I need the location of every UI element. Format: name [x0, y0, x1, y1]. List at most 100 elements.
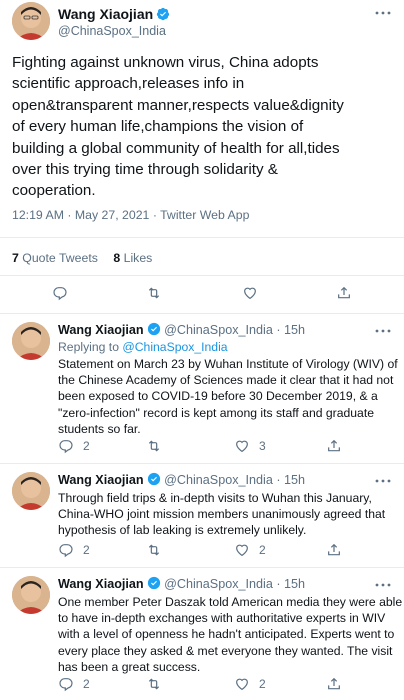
retweet-button[interactable] [146, 285, 162, 301]
tweet-text-line: of every human life,champions the vision… [12, 118, 304, 136]
retweet-icon [148, 287, 160, 299]
handle-time[interactable]: @ChinaSpox_India · 15h [164, 577, 305, 591]
author-name-row: Wang Xiaojian [58, 6, 170, 22]
tweet-text-line: scientific approach,releases info in [12, 75, 245, 93]
reply-tweet[interactable]: Wang Xiaojian @ChinaSpox_India · 15h Rep… [0, 314, 404, 464]
share-button[interactable] [326, 438, 342, 454]
reply-button[interactable]: 2 [58, 542, 90, 558]
verified-icon [157, 7, 170, 21]
reply-header: Wang Xiaojian @ChinaSpox_India · 15h [58, 472, 305, 487]
handle-time[interactable]: @ChinaSpox_India · 15h [164, 323, 305, 337]
more-icon[interactable] [374, 6, 392, 18]
tweet-stats: 7 Quote Tweets 8 Likes [12, 251, 152, 265]
more-icon[interactable] [374, 578, 392, 590]
like-icon [236, 678, 248, 691]
share-icon [328, 543, 340, 556]
reply-icon [53, 287, 67, 301]
author-name[interactable]: Wang Xiaojian [58, 473, 144, 487]
reply-text-line: "zero-infection" record is kept among it… [58, 405, 374, 420]
divider [0, 237, 404, 238]
more-icon[interactable] [374, 324, 392, 336]
like-icon [244, 287, 256, 300]
share-button[interactable] [336, 285, 352, 301]
like-button[interactable]: 3 [234, 438, 266, 454]
reply-text-line: China-WHO joint mission members unanimou… [58, 507, 386, 522]
like-count: 2 [259, 677, 266, 691]
reply-text-line: One member Peter Daszak told American me… [58, 595, 403, 609]
reply-text-line: every place they asked & met everyone th… [58, 643, 393, 658]
reply-text-line: Statement on March 23 by Wuhan Institute… [58, 357, 398, 371]
reply-count: 2 [83, 439, 90, 453]
retweet-button[interactable] [146, 676, 171, 692]
replying-to: Replying to @ChinaSpox_India [58, 340, 228, 354]
author-name[interactable]: Wang Xiaojian [58, 323, 144, 337]
like-count: 8 [113, 251, 121, 265]
like-count: 2 [259, 543, 266, 557]
avatar[interactable] [12, 2, 50, 40]
author-name[interactable]: Wang Xiaojian [58, 577, 144, 591]
reply-icon [59, 678, 73, 692]
avatar-image [12, 472, 50, 510]
more-icon[interactable] [374, 474, 392, 486]
tweet-text-line: Fighting against unknown virus, China ad… [12, 54, 319, 71]
like-icon [236, 440, 248, 453]
quote-count: 7 [12, 251, 19, 265]
reply-count: 2 [83, 543, 90, 557]
tweet-text-line: building a global community of health fo… [12, 139, 340, 157]
author-handle[interactable]: @ChinaSpox_India [58, 24, 166, 38]
reply-button[interactable] [52, 285, 68, 301]
tweet-text-line: over this trying time through solidarity… [12, 161, 278, 179]
like-button[interactable] [242, 285, 258, 301]
reply-icon [59, 544, 73, 558]
tweet-text-line: open&transparent manner,respects value&d… [12, 96, 344, 114]
author-name[interactable]: Wang Xiaojian [58, 6, 153, 22]
reply-text-line: students so far. [58, 421, 141, 436]
reply-header: Wang Xiaojian @ChinaSpox_India · 15h [58, 576, 305, 591]
like-count: 3 [259, 439, 266, 453]
tweet-timestamp[interactable]: 12:19 AM · May 27, 2021 · Twitter Web Ap… [12, 208, 249, 222]
share-icon [328, 439, 340, 452]
share-button[interactable] [326, 542, 342, 558]
share-icon [338, 286, 350, 299]
avatar[interactable] [12, 322, 50, 360]
retweet-icon [148, 678, 160, 690]
reply-count: 2 [83, 677, 90, 691]
reply-icon [59, 440, 73, 454]
avatar[interactable] [12, 472, 50, 510]
share-button[interactable] [326, 676, 342, 692]
reply-text: Through field trips & in-depth visits to… [58, 490, 398, 539]
reply-text-line: has been a great success. [58, 659, 201, 674]
replying-to-label: Replying to [58, 340, 119, 354]
like-icon [236, 544, 248, 557]
tweet-text-line: cooperation. [12, 182, 96, 200]
likes-link[interactable]: 8 Likes [113, 251, 152, 265]
avatar-image [12, 576, 50, 614]
retweet-button[interactable] [146, 542, 171, 558]
quote-tweets-link[interactable]: 7 Quote Tweets [12, 251, 101, 265]
share-icon [328, 677, 340, 690]
like-button[interactable]: 2 [234, 542, 266, 558]
reply-text-line: Through field trips & in-depth visits to… [58, 491, 372, 505]
avatar[interactable] [12, 576, 50, 614]
avatar-image [12, 2, 50, 40]
verified-icon [147, 576, 160, 590]
retweet-icon [148, 544, 160, 556]
reply-tweet[interactable]: Wang Xiaojian @ChinaSpox_India · 15h One… [0, 568, 404, 700]
retweet-icon [148, 440, 160, 452]
reply-button[interactable]: 2 [58, 676, 90, 692]
quote-label: Quote Tweets [22, 251, 98, 265]
handle-time[interactable]: @ChinaSpox_India · 15h [164, 473, 305, 487]
avatar-image [12, 322, 50, 360]
retweet-button[interactable] [146, 438, 171, 454]
reply-text-line: hypothesis of lab leaking is extremely u… [58, 523, 307, 538]
verified-icon [147, 322, 160, 336]
reply-header: Wang Xiaojian @ChinaSpox_India · 15h [58, 322, 305, 337]
reply-button[interactable]: 2 [58, 438, 90, 454]
reply-tweet[interactable]: Wang Xiaojian @ChinaSpox_India · 15h Thr… [0, 464, 404, 568]
tweet-text: Fighting against unknown virus, China ad… [12, 52, 396, 202]
reply-text-line: with a level of openness he hadn't antic… [58, 627, 395, 642]
divider [0, 275, 404, 276]
like-button[interactable]: 2 [234, 676, 266, 692]
like-label: Likes [123, 251, 153, 265]
replying-to-handle[interactable]: @ChinaSpox_India [122, 340, 227, 354]
